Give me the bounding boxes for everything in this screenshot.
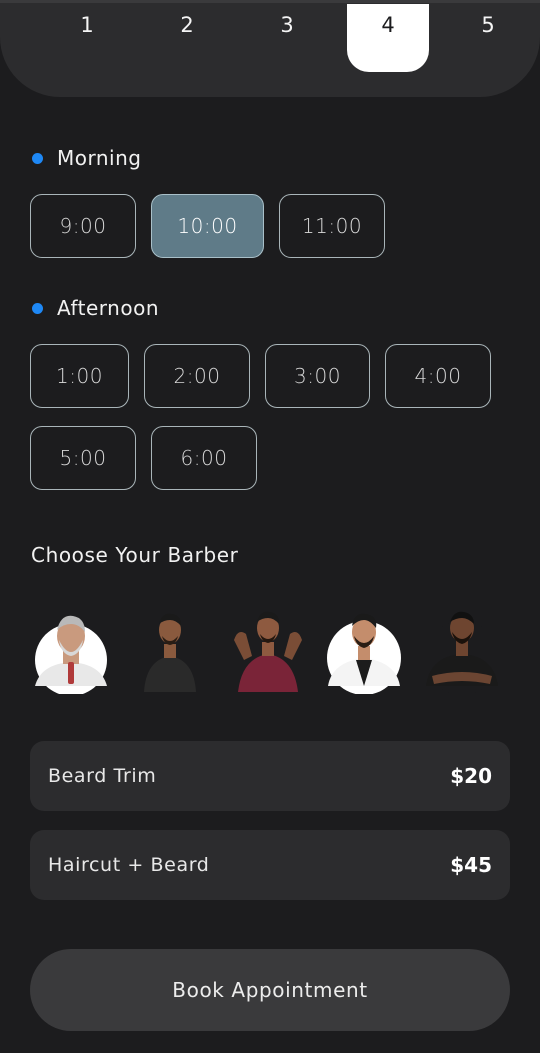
day-tab-2[interactable]: 2 bbox=[146, 4, 228, 72]
day-tab-4[interactable]: 4 bbox=[347, 4, 429, 72]
service-name: Beard Trim bbox=[48, 765, 157, 787]
service-price: $45 bbox=[450, 853, 492, 877]
afternoon-label: Afternoon bbox=[57, 296, 159, 320]
time-slot[interactable]: 1:00 bbox=[30, 344, 129, 408]
morning-label: Morning bbox=[57, 146, 142, 170]
morning-header: Morning bbox=[32, 146, 141, 170]
top-divider bbox=[0, 0, 540, 3]
book-appointment-button[interactable]: Book Appointment bbox=[30, 949, 510, 1031]
barber-section-title: Choose Your Barber bbox=[31, 543, 239, 567]
time-slot[interactable]: 3:00 bbox=[265, 344, 370, 408]
day-selector: 1 2 3 4 5 bbox=[0, 0, 540, 97]
barber-avatar-3[interactable] bbox=[224, 606, 312, 694]
service-item-beard-trim[interactable]: Beard Trim $20 bbox=[30, 741, 510, 811]
barber-3-avatar-icon bbox=[234, 611, 302, 692]
barber-2-avatar-icon bbox=[144, 613, 196, 692]
bullet-dot-icon bbox=[32, 152, 43, 164]
barber-avatar-4[interactable] bbox=[320, 606, 408, 694]
time-slot[interactable]: 6:00 bbox=[151, 426, 257, 490]
barber-avatar-5[interactable] bbox=[418, 606, 506, 694]
barber-1-avatar-icon bbox=[35, 615, 107, 694]
barber-4-avatar-icon bbox=[327, 613, 401, 694]
time-slot[interactable]: 11:00 bbox=[279, 194, 385, 258]
service-item-haircut-beard[interactable]: Haircut + Beard $45 bbox=[30, 830, 510, 900]
time-slot[interactable]: 2:00 bbox=[144, 344, 250, 408]
barber-avatar-2[interactable] bbox=[126, 606, 214, 694]
service-price: $20 bbox=[450, 764, 492, 788]
day-tab-5[interactable]: 5 bbox=[447, 4, 529, 72]
barber-5-avatar-icon bbox=[425, 611, 499, 694]
barber-avatar-1[interactable] bbox=[27, 606, 115, 694]
service-name: Haircut + Beard bbox=[48, 854, 210, 876]
day-tab-3[interactable]: 3 bbox=[246, 4, 328, 72]
time-slot[interactable]: 9:00 bbox=[30, 194, 136, 258]
afternoon-header: Afternoon bbox=[32, 296, 159, 320]
time-slot[interactable]: 4:00 bbox=[385, 344, 491, 408]
bullet-dot-icon bbox=[32, 302, 43, 314]
day-tab-1[interactable]: 1 bbox=[46, 4, 128, 72]
time-slot-selected[interactable]: 10:00 bbox=[151, 194, 264, 258]
time-slot[interactable]: 5:00 bbox=[30, 426, 136, 490]
